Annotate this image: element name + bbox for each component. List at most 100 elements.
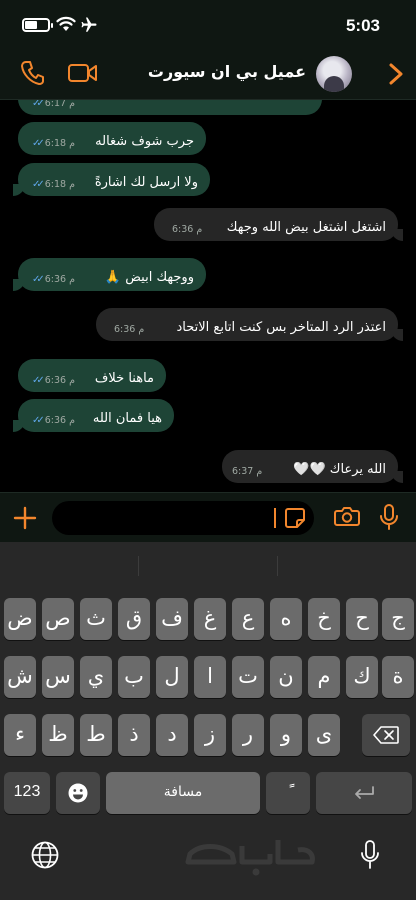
key[interactable]: غ <box>194 598 226 640</box>
emoji-key[interactable] <box>56 772 100 814</box>
status-bar: 5:03 <box>0 0 416 50</box>
message-bubble[interactable]: ولا ارسل لك اشارةً ✓✓ 6:18 م <box>13 163 210 196</box>
message-bubble[interactable]: ووجهك ابيض 🙏 ✓✓ 6:36 م <box>13 258 206 291</box>
airplane-icon <box>81 17 97 32</box>
contact-name[interactable]: عميل بي ان سيورت <box>148 62 306 81</box>
avatar[interactable] <box>316 56 352 92</box>
delete-key[interactable] <box>362 714 410 756</box>
mic-icon[interactable] <box>378 503 400 531</box>
message-bubble[interactable]: جرب شوف شغاله ✓✓ 6:18 م <box>18 122 206 155</box>
return-key[interactable] <box>316 772 412 814</box>
message-time: 6:17 م <box>44 100 76 109</box>
key[interactable]: د <box>156 714 188 756</box>
message-bubble[interactable]: ماهنا خلاف ✓✓ 6:36 م <box>18 359 166 392</box>
dictation-mic-icon[interactable] <box>360 840 380 870</box>
chat-area[interactable]: ✓✓ 6:17 م جرب شوف شغاله ✓✓ 6:18 م ولا ارسل… <box>0 100 416 492</box>
key[interactable]: ت <box>232 656 264 698</box>
battery-icon <box>22 18 53 32</box>
key[interactable]: ف <box>156 598 188 640</box>
video-icon[interactable] <box>68 62 98 84</box>
message-time: 6:18 م <box>44 138 76 149</box>
message-text: ووجهك ابيض 🙏 <box>104 270 194 285</box>
bubble-tail <box>391 229 403 241</box>
key[interactable]: ا <box>194 656 226 698</box>
suggestion-bar[interactable] <box>0 542 416 588</box>
bubble-tail <box>391 329 403 341</box>
key[interactable]: س <box>42 656 74 698</box>
read-ticks-icon: ✓✓ <box>32 100 45 109</box>
message-time: 6:37 م <box>232 466 263 477</box>
key[interactable]: خ <box>308 598 340 640</box>
suggestion-divider <box>138 556 139 576</box>
key[interactable]: ق <box>118 598 150 640</box>
key[interactable]: ش <box>4 656 36 698</box>
message-bubble[interactable]: ✓✓ 6:17 م <box>18 100 322 115</box>
key[interactable]: ظ <box>42 714 74 756</box>
status-time: 5:03 <box>345 16 380 35</box>
key[interactable]: ص <box>42 598 74 640</box>
message-bubble[interactable]: الله يرعاك 🤍🤍 6:37 م <box>222 450 403 483</box>
message-meta: ✓✓ 6:18 م <box>32 179 75 190</box>
camera-icon[interactable] <box>334 505 360 527</box>
input-bar <box>0 492 416 542</box>
bubble-tail <box>13 420 25 432</box>
key[interactable]: ة <box>382 656 414 698</box>
key[interactable]: ى <box>308 714 340 756</box>
battery-level <box>25 21 37 29</box>
globe-icon[interactable] <box>30 840 60 870</box>
key[interactable]: ط <box>80 714 112 756</box>
message-meta: ✓✓ 6:36 م <box>32 415 75 426</box>
key[interactable]: ب <box>118 656 150 698</box>
key[interactable]: ر <box>232 714 264 756</box>
message-meta: 6:36 م <box>114 324 144 335</box>
message-time: 6:36 م <box>44 375 76 386</box>
message-meta: ✓✓ 6:36 م <box>32 274 75 285</box>
plus-icon[interactable] <box>12 505 38 531</box>
diacritic-key[interactable]: ًً <box>266 772 310 814</box>
space-key[interactable]: مسافة <box>106 772 260 814</box>
message-bubble[interactable]: هيا فمان الله ✓✓ 6:36 م <box>13 399 174 432</box>
key[interactable]: ذ <box>118 714 150 756</box>
key[interactable]: و <box>270 714 302 756</box>
numbers-key[interactable]: 123 <box>4 772 50 814</box>
message-text: ولا ارسل لك اشارةً <box>94 175 198 190</box>
key[interactable]: ج <box>382 598 414 640</box>
message-time: 6:36 م <box>44 415 76 426</box>
key[interactable]: ع <box>232 598 264 640</box>
key[interactable]: ه <box>270 598 302 640</box>
message-time: 6:36 م <box>114 324 145 335</box>
message-bubble[interactable]: اعتذر الرد المتاخر بس كنت اتابع الاتحاد … <box>96 308 403 341</box>
key[interactable]: ك <box>346 656 378 698</box>
message-text: هيا فمان الله <box>92 411 162 426</box>
bubble-tail <box>13 184 25 196</box>
read-ticks-icon: ✓✓ <box>32 415 45 426</box>
message-meta: ✓✓ 6:17 م <box>32 100 75 109</box>
key[interactable]: ض <box>4 598 36 640</box>
back-chevron-icon[interactable] <box>388 62 404 86</box>
key[interactable]: ز <box>194 714 226 756</box>
emoji-icon <box>68 783 88 803</box>
key[interactable]: م <box>308 656 340 698</box>
message-bubble[interactable]: اشتغل اشتغل بيض الله وجهك 6:36 م <box>154 208 403 241</box>
keyboard: ض ص ث ق ف غ ع ه خ ح ج ش س ي ب ل ا ت ن م … <box>0 542 416 900</box>
message-meta: 6:36 م <box>172 224 202 235</box>
return-icon <box>355 786 374 799</box>
message-text: الله يرعاك 🤍🤍 <box>293 462 386 477</box>
sticker-icon[interactable] <box>284 507 306 529</box>
bubble-tail <box>391 471 403 483</box>
key[interactable]: ن <box>270 656 302 698</box>
message-meta: 6:37 م <box>232 466 262 477</box>
key[interactable]: ل <box>156 656 188 698</box>
message-time: 6:36 م <box>172 224 203 235</box>
read-ticks-icon: ✓✓ <box>32 138 45 149</box>
key[interactable]: ح <box>346 598 378 640</box>
phone-icon[interactable] <box>20 60 44 86</box>
key[interactable]: ي <box>80 656 112 698</box>
message-text: ماهنا خلاف <box>94 371 154 386</box>
key[interactable]: ث <box>80 598 112 640</box>
message-time: 6:36 م <box>44 274 76 285</box>
key[interactable]: ء <box>4 714 36 756</box>
read-ticks-icon: ✓✓ <box>32 274 45 285</box>
message-meta: ✓✓ 6:18 م <box>32 138 75 149</box>
chat-header: عميل بي ان سيورت <box>0 50 416 100</box>
